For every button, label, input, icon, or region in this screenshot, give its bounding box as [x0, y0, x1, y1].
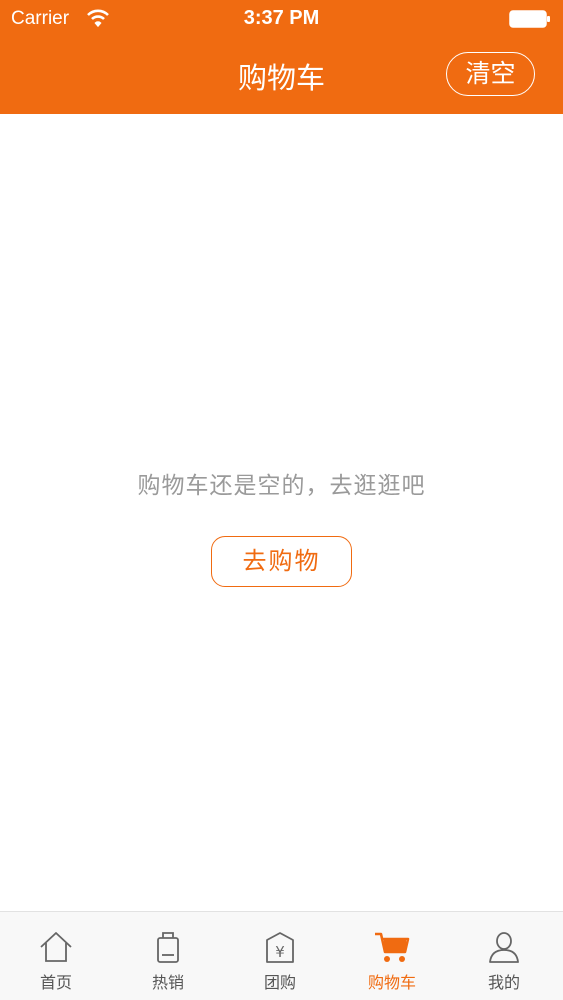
header: Carrier 3:37 PM 购物车 清空 [0, 0, 563, 114]
tab-label: 购物车 [367, 973, 416, 992]
tab-cart[interactable]: 购物车 [336, 912, 448, 1000]
tab-hot[interactable]: 热销 [112, 912, 224, 1000]
tab-home[interactable]: 首页 [0, 912, 112, 1000]
clock: 3:37 PM [243, 7, 320, 29]
go-shopping-button[interactable]: 去购物 [211, 536, 352, 587]
tab-group-buy[interactable]: ¥ 团购 [224, 912, 336, 1000]
bag-icon [157, 932, 179, 963]
battery-icon [509, 10, 550, 28]
status-bar: Carrier 3:37 PM [0, 0, 563, 40]
tab-label: 首页 [39, 973, 72, 992]
tab-mine[interactable]: 我的 [448, 912, 560, 1000]
tab-label: 团购 [263, 973, 296, 992]
tab-label: 热销 [151, 973, 184, 992]
clear-cart-button[interactable]: 清空 [446, 52, 535, 96]
tab-label: 我的 [487, 973, 520, 992]
svg-text:¥: ¥ [275, 943, 285, 961]
group-buy-icon: ¥ [266, 932, 294, 963]
user-icon [489, 932, 519, 963]
home-icon [40, 932, 72, 962]
tab-bar: 首页 热销 ¥ 团购 购物车 我的 [0, 911, 563, 1000]
cart-icon [375, 932, 410, 962]
empty-cart-message: 购物车还是空的，去逛逛吧 [137, 473, 426, 499]
